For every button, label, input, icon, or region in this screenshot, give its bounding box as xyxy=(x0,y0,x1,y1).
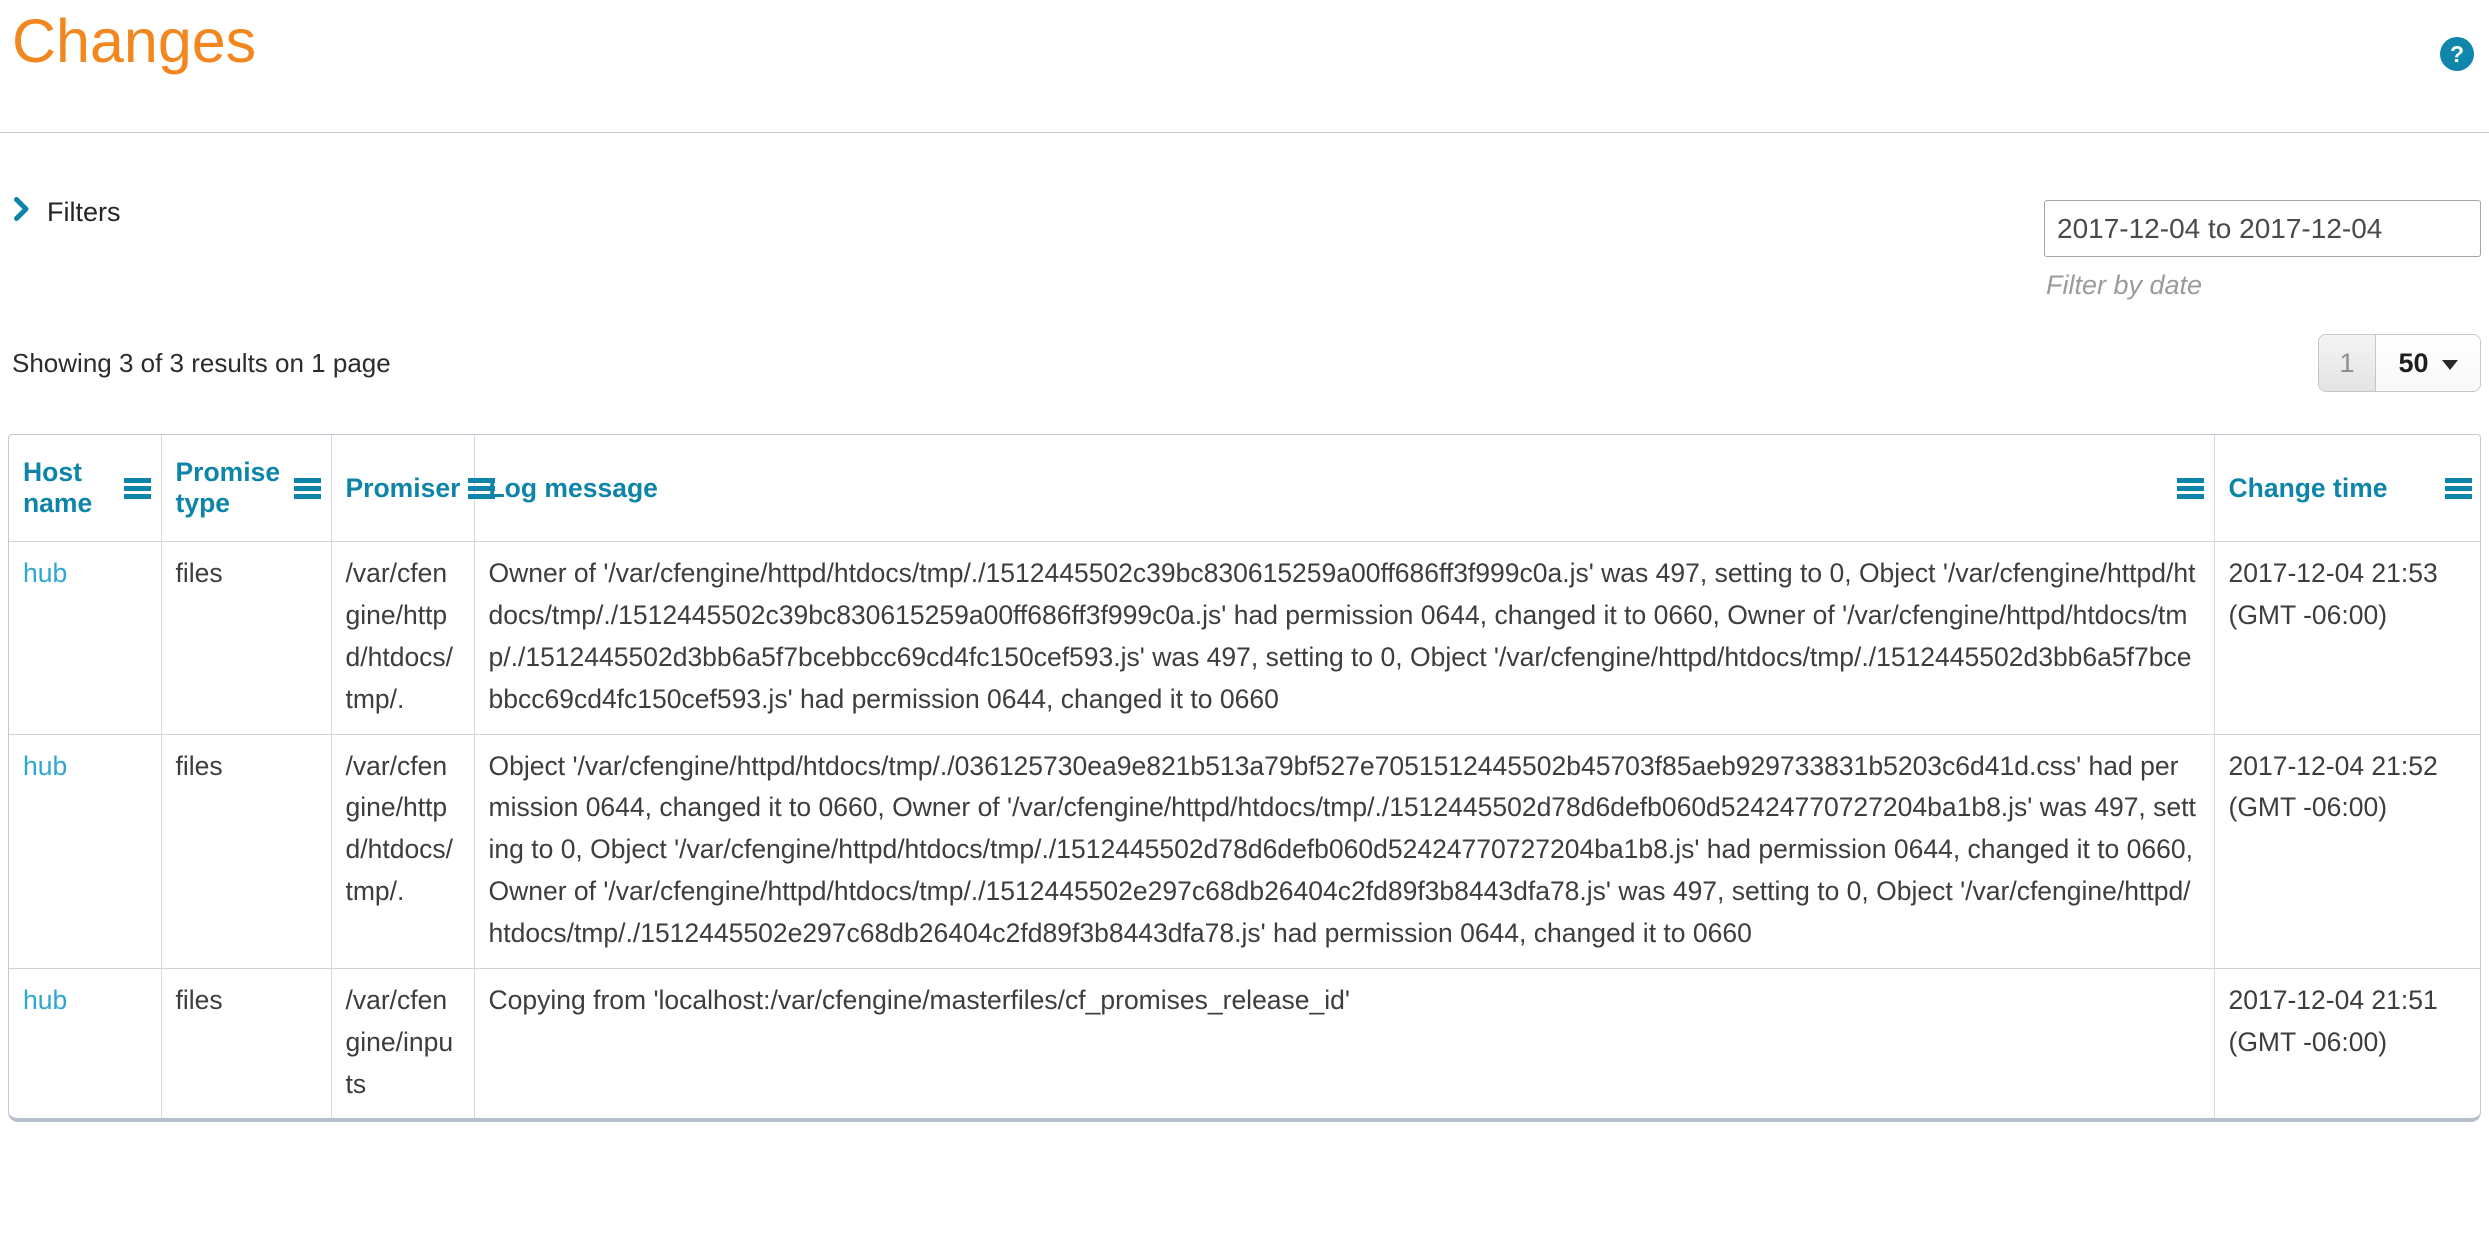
column-header-log-message: Log message xyxy=(474,435,2214,542)
column-header-promiser: Promiser xyxy=(331,435,474,542)
page-size-dropdown[interactable]: 50 xyxy=(2376,335,2480,391)
filters-toggle[interactable]: Filters xyxy=(14,197,121,228)
changes-table: Host name Promise type Promiser Log message… xyxy=(9,435,2481,1118)
table-row: hub files/var/cfengine/httpd/htdocs/tmp/.… xyxy=(9,542,2481,734)
column-label: Host name xyxy=(23,457,116,519)
change-time-cell: 2017-12-04 21:51 (GMT -06:00) xyxy=(2214,968,2481,1118)
change-time-cell: 2017-12-04 21:52 (GMT -06:00) xyxy=(2214,734,2481,968)
column-menu-icon[interactable] xyxy=(2445,478,2472,499)
caret-down-icon xyxy=(2442,360,2458,370)
column-label: Log message xyxy=(489,473,658,504)
changes-page: Changes ? Filters 2017-12-04 to 2017-12-… xyxy=(0,0,2489,1236)
column-menu-icon[interactable] xyxy=(2177,478,2204,499)
page-size-value: 50 xyxy=(2398,348,2428,379)
table-row: hub files/var/cfengine/httpd/htdocs/tmp/.… xyxy=(9,734,2481,968)
column-header-host-name: Host name xyxy=(9,435,161,542)
column-menu-icon[interactable] xyxy=(124,478,151,499)
results-summary: Showing 3 of 3 results on 1 page xyxy=(12,348,391,379)
host-cell: hub xyxy=(9,542,161,734)
promise-type-cell: files xyxy=(161,968,331,1118)
table-row: hub files/var/cfengine/inputsCopying from… xyxy=(9,968,2481,1118)
column-menu-icon[interactable] xyxy=(294,478,321,499)
changes-table-card: Host name Promise type Promiser Log message… xyxy=(8,434,2481,1122)
host-cell: hub xyxy=(9,734,161,968)
promiser-cell: /var/cfengine/httpd/htdocs/tmp/. xyxy=(331,542,474,734)
table-header-row: Host name Promise type Promiser Log message… xyxy=(9,435,2481,542)
log-message-cell: Owner of '/var/cfengine/httpd/htdocs/tmp… xyxy=(474,542,2214,734)
log-message-cell: Object '/var/cfengine/httpd/htdocs/tmp/.… xyxy=(474,734,2214,968)
promise-type-cell: files xyxy=(161,734,331,968)
host-link[interactable]: hub xyxy=(23,558,67,588)
help-icon[interactable]: ? xyxy=(2440,37,2474,71)
column-header-change-time: Change time xyxy=(2214,435,2481,542)
column-label: Promiser xyxy=(346,473,461,504)
promiser-cell: /var/cfengine/httpd/htdocs/tmp/. xyxy=(331,734,474,968)
help-glyph: ? xyxy=(2450,41,2464,68)
host-link[interactable]: hub xyxy=(23,985,67,1015)
column-label: Change time xyxy=(2229,473,2388,504)
date-filter-hint: Filter by date xyxy=(2044,270,2481,301)
chevron-right-icon xyxy=(14,197,29,228)
column-label: Promise type xyxy=(176,457,286,519)
promise-type-cell: files xyxy=(161,542,331,734)
page-title: Changes xyxy=(0,0,2489,76)
column-header-promise-type: Promise type xyxy=(161,435,331,542)
filters-label: Filters xyxy=(47,197,121,228)
page-number-button[interactable]: 1 xyxy=(2319,335,2376,391)
header-divider xyxy=(0,132,2489,133)
change-time-cell: 2017-12-04 21:53 (GMT -06:00) xyxy=(2214,542,2481,734)
date-range-input[interactable]: 2017-12-04 to 2017-12-04 xyxy=(2044,200,2481,257)
log-message-cell: Copying from 'localhost:/var/cfengine/ma… xyxy=(474,968,2214,1118)
pagination: 1 50 xyxy=(2318,334,2481,392)
results-bar: Showing 3 of 3 results on 1 page 1 50 xyxy=(12,334,2481,392)
date-filter: 2017-12-04 to 2017-12-04 Filter by date xyxy=(2044,200,2481,301)
host-link[interactable]: hub xyxy=(23,751,67,781)
host-cell: hub xyxy=(9,968,161,1118)
promiser-cell: /var/cfengine/inputs xyxy=(331,968,474,1118)
